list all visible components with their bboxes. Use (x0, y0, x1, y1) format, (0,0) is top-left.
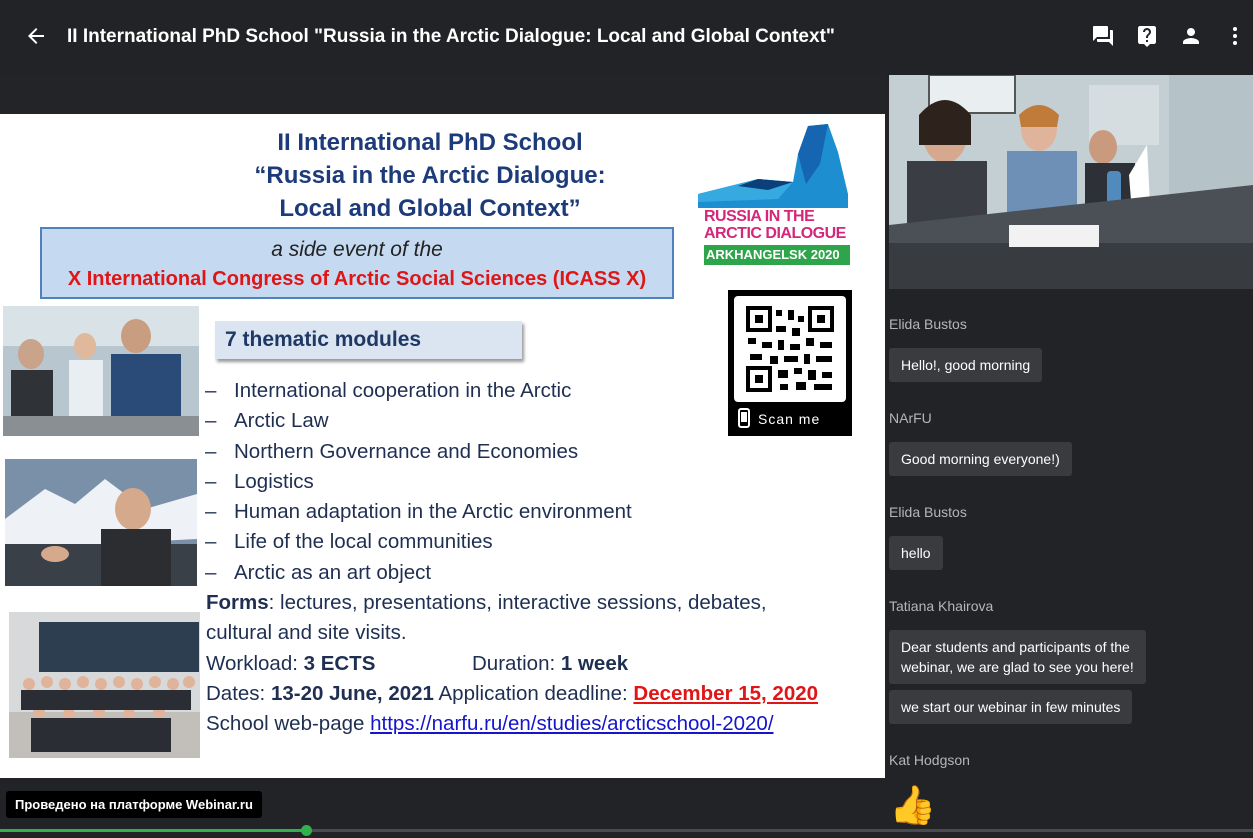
side-event-box: a side event of the X International Cong… (40, 227, 674, 299)
presentation-slide: II International PhD School “Russia in t… (0, 114, 885, 778)
glacier-graphic (698, 124, 848, 208)
chat-message: we start our webinar in few minutes (889, 690, 1133, 724)
qr-code: Scan me (728, 290, 852, 436)
arctic-dialogue-logo: RUSSIA IN THE ARCTIC DIALOGUE ARKHANGELS… (698, 124, 854, 265)
chat-message: Hello!, good morning (889, 348, 1043, 382)
list-item: – International cooperation in the Arctic (205, 379, 572, 402)
qr-label: Scan me (758, 411, 821, 427)
chat-message: Good morning everyone!) (889, 442, 1072, 476)
message-author: Elida Bustos (889, 504, 967, 520)
top-bar: II International PhD School "Russia in t… (0, 0, 1253, 74)
phone-icon (738, 408, 750, 428)
students-photo-1 (3, 306, 199, 436)
forms-line-2: cultural and site visits. (206, 621, 407, 644)
message-author: Elida Bustos (889, 316, 967, 332)
chat-message: Dear students and participants of the we… (889, 630, 1146, 684)
playback-progress[interactable] (0, 825, 1253, 836)
modules-list: – International cooperation in the Arctic… (205, 376, 632, 588)
chat-message: hello (889, 536, 943, 570)
user-icon[interactable] (1179, 24, 1203, 48)
webinar-title: II International PhD School "Russia in t… (67, 26, 835, 47)
more-vertical-icon[interactable] (1223, 24, 1247, 48)
thumbs-up-icon: 👍 (889, 785, 937, 827)
message-author: NArFU (889, 410, 932, 426)
progress-fill (0, 829, 306, 832)
school-webpage-link[interactable]: https://narfu.ru/en/studies/arcticschool… (370, 712, 773, 735)
forms-line: Forms: lectures, presentations, interact… (206, 591, 767, 614)
list-item: – Arctic Law (205, 409, 329, 433)
progress-thumb[interactable] (300, 825, 312, 836)
message-author: Kat Hodgson (889, 752, 970, 768)
list-item: – Northern Governance and Economies (205, 439, 579, 463)
modules-heading: 7 thematic modules (215, 321, 522, 359)
speaker-video (889, 75, 1253, 289)
message-author: Tatiana Khairova (889, 598, 994, 614)
list-item: – Life of the local communities (205, 530, 493, 554)
students-photo-2 (5, 459, 197, 586)
chat-icon[interactable] (1091, 24, 1115, 48)
list-item: – Human adaptation in the Arctic environm… (205, 500, 632, 524)
workload-line: Workload: 3 ECTS Duration: 1 week (206, 652, 629, 675)
webpage-line: School web-page https://narfu.ru/en/stud… (206, 712, 774, 735)
list-item: – Logistics (205, 469, 314, 493)
group-photo (9, 612, 200, 758)
slide-heading: II International PhD School “Russia in t… (254, 129, 606, 222)
qr-pattern (746, 306, 834, 392)
deadline-date: December 15, 2020 (633, 682, 819, 705)
list-item: – Arctic as an art object (205, 560, 432, 584)
platform-badge[interactable]: Проведено на платформе Webinar.ru (6, 791, 262, 818)
help-icon[interactable] (1135, 24, 1159, 48)
dates-line: Dates: 13-20 June, 2021 Application dead… (206, 682, 819, 705)
back-arrow-icon[interactable] (24, 24, 48, 48)
